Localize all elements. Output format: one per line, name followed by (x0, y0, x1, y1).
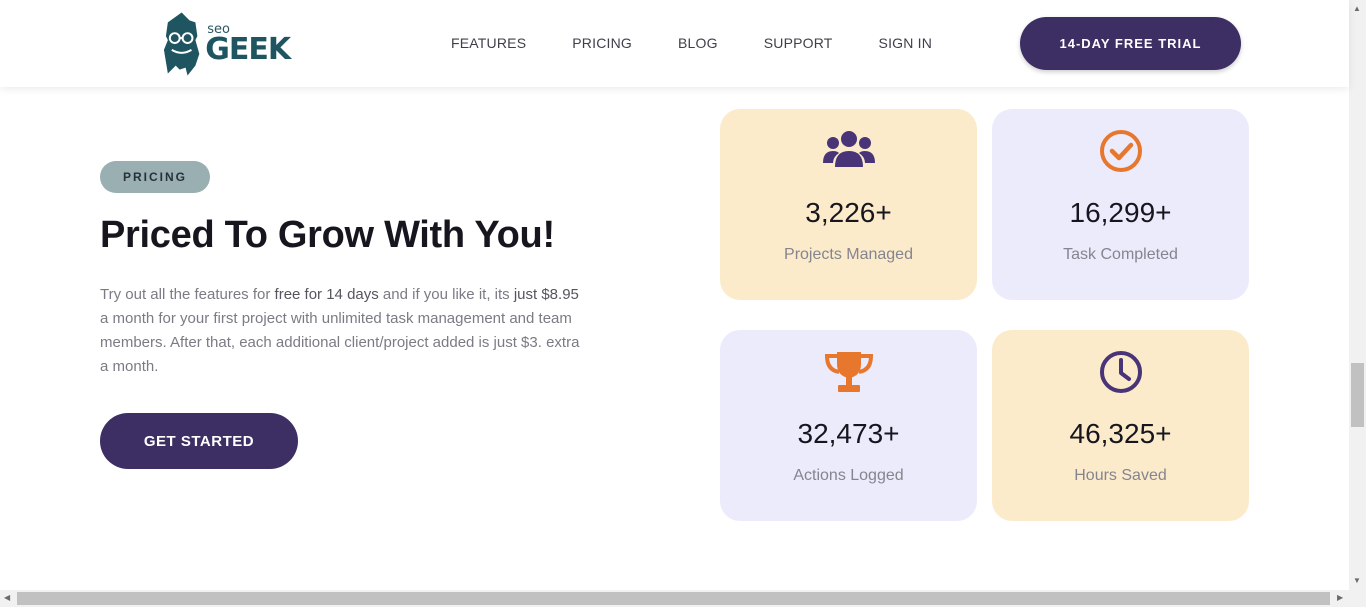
stat-value: 16,299+ (1069, 197, 1172, 228)
desc-text-2: and if you like it, its (378, 286, 514, 303)
desc-highlight-free-trial: free for 14 days (274, 286, 379, 303)
nav-item-pricing[interactable]: PRICING (572, 35, 632, 51)
brand-wordmark: seo GEEK (205, 10, 291, 78)
stat-label: Actions Logged (793, 467, 904, 484)
scroll-left-arrow-icon[interactable]: ◀ (4, 593, 10, 602)
desc-text-3: a month for your first project with unli… (100, 310, 580, 375)
brand-large-text: GEEK (205, 32, 291, 67)
geek-mascot-icon (163, 12, 200, 76)
brand-logo[interactable]: seo GEEK (160, 10, 291, 78)
scroll-up-arrow-icon[interactable]: ▲ (1353, 4, 1361, 13)
clock-icon (1099, 351, 1142, 393)
free-trial-button[interactable]: 14-DAY FREE TRIAL (1020, 17, 1241, 70)
stat-card-tasks: 16,299+ Task Completed (992, 109, 1249, 300)
stat-label: Hours Saved (1074, 467, 1167, 484)
nav-item-sign-in[interactable]: SIGN IN (879, 35, 933, 51)
desc-text-1: Try out all the features for (100, 286, 275, 303)
stat-card-hours: 46,325+ Hours Saved (992, 330, 1249, 521)
section-title: Priced To Grow With You! (100, 214, 555, 256)
stat-label: Projects Managed (784, 246, 913, 263)
vertical-scrollbar[interactable]: ▲ ▼ (1349, 0, 1366, 590)
get-started-button[interactable]: GET STARTED (100, 413, 298, 469)
main-nav: FEATURES PRICING BLOG SUPPORT SIGN IN (451, 35, 932, 51)
stat-card-actions: 32,473+ Actions Logged (720, 330, 977, 521)
stat-label: Task Completed (1063, 246, 1178, 263)
trophy-icon (824, 352, 873, 392)
stat-value: 46,325+ (1069, 418, 1172, 449)
stat-value: 32,473+ (797, 418, 900, 449)
vertical-scroll-thumb[interactable] (1351, 363, 1364, 427)
stat-card-projects: 3,226+ Projects Managed (720, 109, 977, 300)
scroll-right-arrow-icon[interactable]: ▶ (1337, 593, 1343, 602)
desc-highlight-price: just $8.95 (513, 286, 579, 303)
scroll-down-arrow-icon[interactable]: ▼ (1353, 576, 1361, 585)
stat-value: 3,226+ (805, 197, 892, 228)
check-circle-icon (1099, 130, 1142, 172)
section-badge: PRICING (100, 161, 210, 193)
nav-item-blog[interactable]: BLOG (678, 35, 718, 51)
horizontal-scroll-thumb[interactable] (17, 592, 1330, 605)
users-icon (822, 131, 875, 167)
nav-item-features[interactable]: FEATURES (451, 35, 526, 51)
section-description: Try out all the features for free for 14… (100, 283, 580, 379)
nav-item-support[interactable]: SUPPORT (764, 35, 833, 51)
site-header: seo GEEK FEATURES PRICING BLOG SUPPORT S… (0, 0, 1349, 87)
horizontal-scrollbar[interactable]: ◀ ▶ (0, 590, 1366, 607)
